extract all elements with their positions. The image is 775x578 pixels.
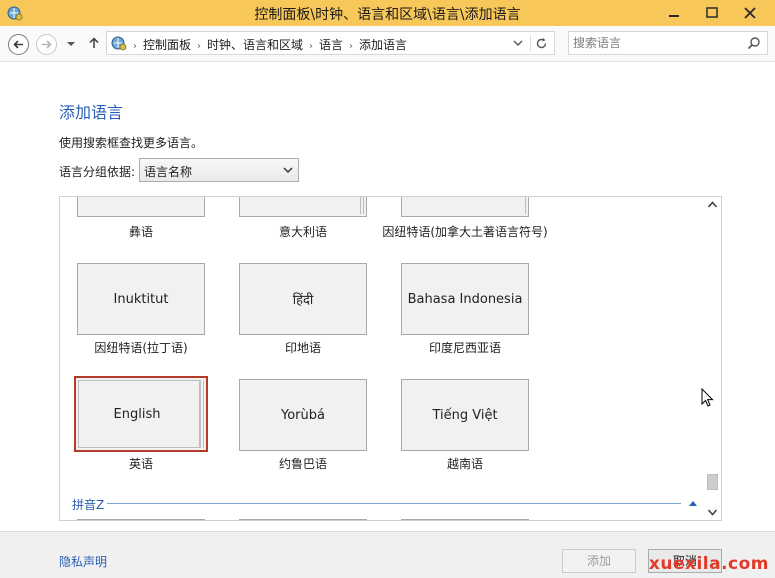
language-tile-native-name bbox=[240, 197, 366, 216]
close-icon[interactable] bbox=[740, 3, 760, 23]
language-tile[interactable] bbox=[401, 519, 529, 520]
language-tile[interactable] bbox=[77, 519, 205, 520]
breadcrumb-item[interactable]: 语言 bbox=[319, 38, 343, 52]
language-tile-native-name: Inuktitut bbox=[113, 291, 169, 307]
language-tile-inuktitut-syllabics[interactable] bbox=[401, 197, 529, 217]
section-header-label[interactable]: 拼音Z bbox=[72, 496, 104, 513]
scroll-down-icon[interactable] bbox=[707, 508, 718, 517]
back-arrow-icon bbox=[13, 40, 23, 49]
language-tile-label: 印地语 bbox=[284, 341, 321, 355]
mouse-pointer-icon bbox=[701, 388, 714, 407]
recent-locations-icon[interactable] bbox=[65, 38, 77, 50]
vertical-scrollbar[interactable] bbox=[704, 197, 721, 520]
page-title: 添加语言 bbox=[59, 103, 124, 122]
collapse-caret-icon[interactable] bbox=[688, 499, 698, 507]
forward-button[interactable] bbox=[36, 34, 57, 55]
scrollbar-thumb[interactable] bbox=[707, 474, 718, 490]
control-panel-icon bbox=[111, 36, 127, 51]
chevron-down-icon[interactable] bbox=[512, 38, 524, 48]
language-tile-label: 印度尼西亚语 bbox=[428, 341, 501, 355]
language-tile-label: 彝语 bbox=[128, 225, 153, 239]
language-tile-yi[interactable] bbox=[77, 197, 205, 217]
language-tile-inuktitut-latin[interactable]: Inuktitut bbox=[77, 263, 205, 335]
back-button[interactable] bbox=[8, 34, 29, 55]
language-tile-native-name bbox=[402, 197, 528, 216]
privacy-link[interactable]: 隐私声明 bbox=[59, 553, 107, 570]
minimize-icon[interactable] bbox=[664, 3, 684, 23]
refresh-icon bbox=[536, 38, 547, 49]
search-hint-text: 使用搜索框查找更多语言。 bbox=[59, 136, 204, 150]
forward-arrow-icon bbox=[42, 40, 52, 49]
window-title: 控制面板\时钟、语言和区域\语言\添加语言 bbox=[254, 7, 521, 23]
group-by-select[interactable]: 语言名称 bbox=[139, 158, 299, 182]
navigation-bar: › 控制面板 › 时钟、语言和区域 › 语言 › 添加语言 bbox=[0, 26, 775, 62]
language-tile-label: 英语 bbox=[128, 457, 153, 471]
up-arrow-icon[interactable] bbox=[87, 36, 101, 50]
breadcrumb-item[interactable]: 时钟、语言和区域 bbox=[207, 38, 303, 52]
footer-bar: 隐私声明 添加 取消 xuexila.com bbox=[0, 531, 775, 578]
language-tile-vietnamese[interactable]: Tiếng Việt bbox=[401, 379, 529, 451]
group-by-value: 语言名称 bbox=[144, 165, 193, 179]
language-tile-italian[interactable] bbox=[239, 197, 367, 217]
language-tile-label: 越南语 bbox=[446, 457, 483, 471]
language-list-panel: 彝语 意大利语 因纽特语(加拿大土著语言符号) Inuktitut 因纽特语(拉… bbox=[59, 196, 722, 521]
search-icon[interactable] bbox=[747, 36, 761, 50]
language-tile-hindi[interactable]: हिंदी bbox=[239, 263, 367, 335]
site-watermark: xuexila.com bbox=[648, 554, 769, 574]
address-bar[interactable]: › 控制面板 › 时钟、语言和区域 › 语言 › 添加语言 bbox=[106, 31, 555, 55]
language-tile-native-name bbox=[78, 197, 204, 216]
search-input[interactable] bbox=[573, 35, 743, 51]
language-tile-label: 意大利语 bbox=[278, 225, 327, 239]
language-tile-native-name: Bahasa Indonesia bbox=[407, 291, 523, 307]
language-tile-label: 因纽特语(加拿大土著语言符号) bbox=[382, 225, 548, 239]
chevron-down-icon bbox=[283, 167, 293, 174]
language-tile-label: 约鲁巴语 bbox=[278, 457, 327, 471]
language-tile-native-name: English bbox=[113, 406, 161, 422]
breadcrumb: › 控制面板 › 时钟、语言和区域 › 语言 › 添加语言 bbox=[133, 38, 408, 52]
maximize-icon[interactable] bbox=[702, 3, 722, 23]
group-by-label: 语言分组依据: bbox=[59, 165, 136, 179]
title-bar: 控制面板\时钟、语言和区域\语言\添加语言 bbox=[0, 0, 775, 26]
add-button[interactable]: 添加 bbox=[562, 549, 636, 573]
language-tile-native-name: हिंदी bbox=[292, 293, 314, 308]
language-tile-native-name: Yorùbá bbox=[281, 407, 325, 423]
refresh-button[interactable] bbox=[530, 35, 550, 52]
scroll-up-icon[interactable] bbox=[707, 200, 718, 209]
breadcrumb-item[interactable]: 添加语言 bbox=[359, 38, 407, 52]
language-tile-label: 因纽特语(拉丁语) bbox=[94, 341, 188, 355]
section-divider bbox=[107, 503, 681, 504]
language-tile[interactable] bbox=[239, 519, 367, 520]
breadcrumb-item[interactable]: 控制面板 bbox=[143, 38, 191, 52]
language-tile-indonesian[interactable]: Bahasa Indonesia bbox=[401, 263, 529, 335]
search-box[interactable] bbox=[568, 31, 768, 55]
language-tile-english[interactable]: English bbox=[74, 376, 208, 452]
language-tile-yoruba[interactable]: Yorùbá bbox=[239, 379, 367, 451]
language-tile-native-name: Tiếng Việt bbox=[432, 407, 498, 423]
